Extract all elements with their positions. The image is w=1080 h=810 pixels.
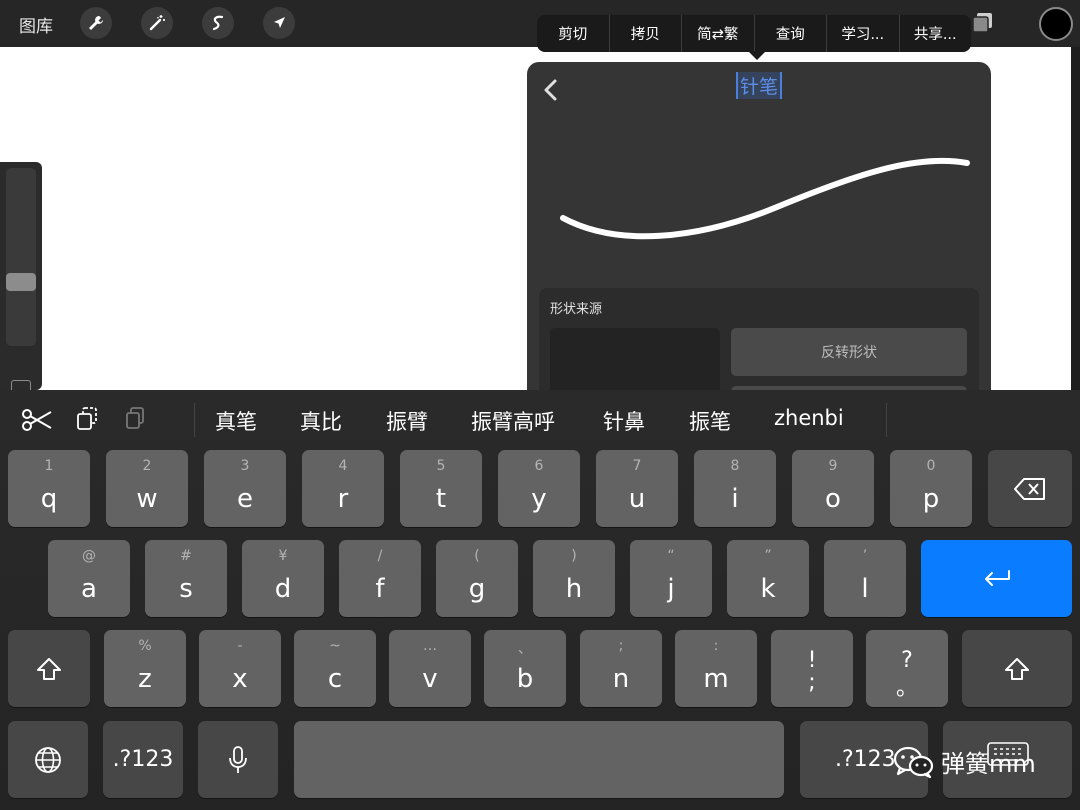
key-g[interactable]: (g [436,540,518,617]
key-i[interactable]: 8i [694,450,776,527]
key-c[interactable]: ~ c [294,630,376,707]
menu-cut[interactable]: 剪切 [537,15,610,52]
layers-icon[interactable] [970,11,994,35]
candidate-7[interactable]: zhenbi [774,406,844,430]
back-chevron-icon[interactable] [539,76,563,104]
candidate-4[interactable]: 振臂高呼 [471,406,555,436]
wechat-icon [893,746,934,778]
key-o[interactable]: 9o [792,450,874,527]
backspace-icon [1014,477,1045,500]
key-w[interactable]: 2w [106,450,188,527]
globe-key[interactable] [8,721,88,798]
magic-wand-icon[interactable] [141,7,173,39]
key-f[interactable]: / f [339,540,421,617]
key-e[interactable]: 3e [204,450,286,527]
menu-share[interactable]: 共享... [900,15,972,52]
paste-icon[interactable] [124,406,146,432]
shift-key-right[interactable] [962,630,1072,707]
candidate-2[interactable]: 真比 [300,406,342,436]
numbers-key-left[interactable]: .?123 [103,721,183,798]
selection-icon[interactable] [202,7,234,39]
microphone-key[interactable] [198,721,278,798]
key-k[interactable]: ” k [727,540,809,617]
key-d[interactable]: ¥ d [242,540,324,617]
key-s[interactable]: # s [145,540,227,617]
slider-thumb[interactable] [6,273,36,291]
candidate-divider [886,403,887,437]
candidate-6[interactable]: 振笔 [689,406,731,436]
key-l[interactable]: ’ l [824,540,906,617]
candidate-bar: 真笔 真比 振臂 振臂高呼 针鼻 振笔 zhenbi [0,390,1080,448]
edit-context-menu: 剪切 拷贝 简⇄繁 查询 学习... 共享... [537,15,971,52]
key-u[interactable]: 7u [596,450,678,527]
menu-copy[interactable]: 拷贝 [610,15,682,52]
candidate-3[interactable]: 振臂 [386,406,428,436]
key-t[interactable]: 5t [400,450,482,527]
wrench-icon[interactable] [80,7,112,39]
key-h[interactable]: ) h [533,540,615,617]
shape-source-section: 形状来源 反转形状 [539,288,979,402]
key-z[interactable]: % z [104,630,186,707]
key-p[interactable]: 0p [890,450,972,527]
move-arrow-icon[interactable] [263,7,295,39]
key-y[interactable]: 6y [498,450,580,527]
return-key[interactable] [921,540,1072,617]
space-key[interactable] [294,721,784,798]
key-a[interactable]: @ a [48,540,130,617]
watermark: 弹簧mm [893,744,1036,779]
key-j[interactable]: “j [630,540,712,617]
return-icon [984,569,1010,586]
globe-icon [35,746,61,773]
key-x[interactable]: -x [199,630,281,707]
key-q[interactable]: 1q [8,450,90,527]
color-swatch[interactable] [1039,7,1073,41]
side-panel [0,162,42,396]
key-r[interactable]: 4r [302,450,384,527]
watermark-text: 弹簧mm [941,750,1036,778]
delete-key[interactable] [988,450,1072,527]
menu-lookup[interactable]: 查询 [755,15,827,52]
key-exclamation-semicolon[interactable]: ! ; [771,630,853,707]
gallery-link[interactable]: 图库 [19,12,53,37]
menu-learn[interactable]: 学习... [827,15,900,52]
candidate-divider [194,403,195,437]
menu-simplified-traditional[interactable]: 简⇄繁 [682,15,755,52]
copy-icon[interactable] [75,406,99,432]
brush-studio-panel: 针笔 形状来源 反转形状 [527,62,991,402]
shift-key-left[interactable] [8,630,90,707]
shift-icon [37,657,61,680]
candidate-1[interactable]: 真笔 [215,406,257,436]
key-b[interactable]: 、 b [484,630,566,707]
scissors-icon[interactable] [21,406,53,434]
brush-size-slider[interactable] [6,168,36,346]
key-m[interactable]: :m [675,630,757,707]
shape-source-title: 形状来源 [550,302,603,317]
key-n[interactable]: ; n [580,630,662,707]
key-question-period[interactable]: ? 。 [866,630,948,707]
brush-name-field[interactable]: 针笔 [736,72,783,99]
key-v[interactable]: … v [389,630,471,707]
microphone-icon [229,745,247,773]
candidate-5[interactable]: 针鼻 [603,406,645,436]
flip-shape-button[interactable]: 反转形状 [731,328,967,376]
menu-pointer [748,51,766,60]
shift-icon [1005,657,1029,680]
